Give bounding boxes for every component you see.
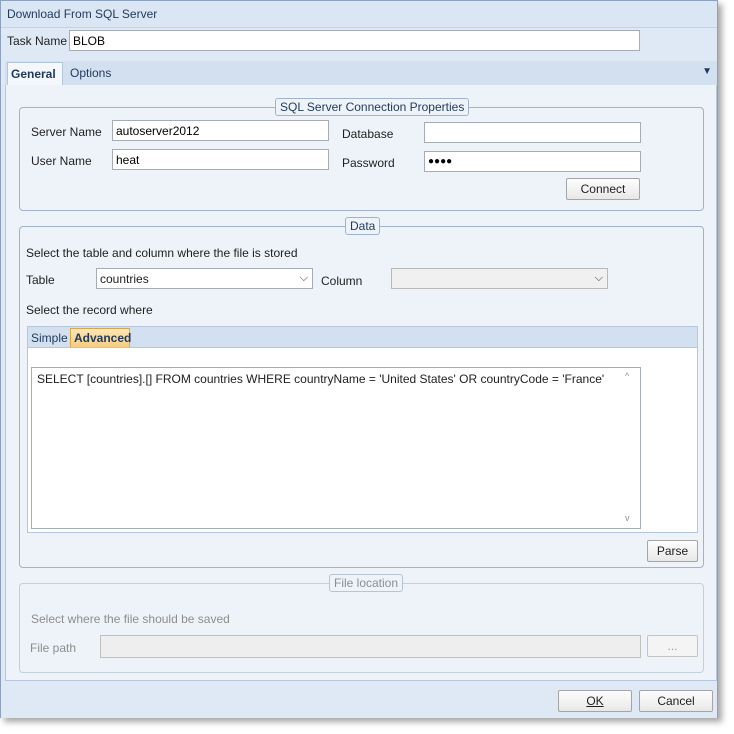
password-input[interactable]: ●●●● (424, 151, 641, 172)
user-name-label: User Name (31, 154, 92, 168)
query-tab-strip: Simple Advanced (27, 326, 698, 349)
server-name-input[interactable]: autoserver2012 (112, 120, 329, 141)
data-instruction: Select the table and column where the fi… (26, 246, 298, 260)
record-instruction: Select the record where (26, 303, 153, 317)
parse-button[interactable]: Parse (647, 540, 698, 562)
dialog-window: Download From SQL Server Task Name BLOB … (0, 0, 718, 718)
connect-button[interactable]: Connect (566, 178, 640, 200)
task-name-label: Task Name (7, 34, 68, 48)
table-select-value: countries (100, 272, 149, 286)
file-location-group-title: File location (329, 574, 404, 592)
browse-button[interactable]: ... (647, 635, 698, 657)
chevron-down-icon: ⌵ (594, 272, 603, 284)
file-location-group (19, 583, 704, 673)
tab-advanced[interactable]: Advanced (70, 328, 131, 349)
column-select[interactable]: ⌵ (391, 268, 608, 289)
table-label: Table (26, 273, 55, 287)
column-label: Column (321, 274, 363, 288)
main-tab-strip: General Options ▼ (5, 61, 717, 86)
connection-group-title: SQL Server Connection Properties (275, 98, 470, 116)
user-name-input[interactable]: heat (112, 149, 329, 170)
scroll-up-icon[interactable]: ^ (625, 371, 629, 381)
table-select[interactable]: countries ⌵ (96, 268, 313, 289)
database-label: Database (342, 127, 394, 141)
file-path-label: File path (30, 641, 77, 655)
task-name-input[interactable]: BLOB (69, 30, 640, 51)
scroll-down-icon[interactable]: v (625, 513, 630, 523)
title-bar: Download From SQL Server (1, 1, 717, 28)
tab-dropdown-icon[interactable]: ▼ (702, 66, 712, 77)
dialog-footer: OK Cancel (1, 681, 717, 718)
tab-options[interactable]: Options (70, 66, 111, 80)
window-title: Download From SQL Server (7, 7, 158, 21)
file-location-instruction: Select where the file should be saved (31, 612, 230, 626)
file-path-input[interactable] (100, 635, 641, 658)
data-group-title: Data (345, 217, 381, 235)
sql-query-textarea[interactable]: SELECT [countries].[] FROM countries WHE… (31, 367, 641, 529)
tab-general[interactable]: General (7, 62, 63, 86)
cancel-button[interactable]: Cancel (639, 690, 713, 712)
database-input[interactable] (424, 122, 641, 143)
server-name-label: Server Name (31, 125, 102, 139)
tab-simple[interactable]: Simple (31, 331, 68, 345)
chevron-down-icon: ⌵ (299, 272, 308, 284)
password-label: Password (342, 156, 395, 170)
ok-button[interactable]: OK (558, 690, 632, 712)
